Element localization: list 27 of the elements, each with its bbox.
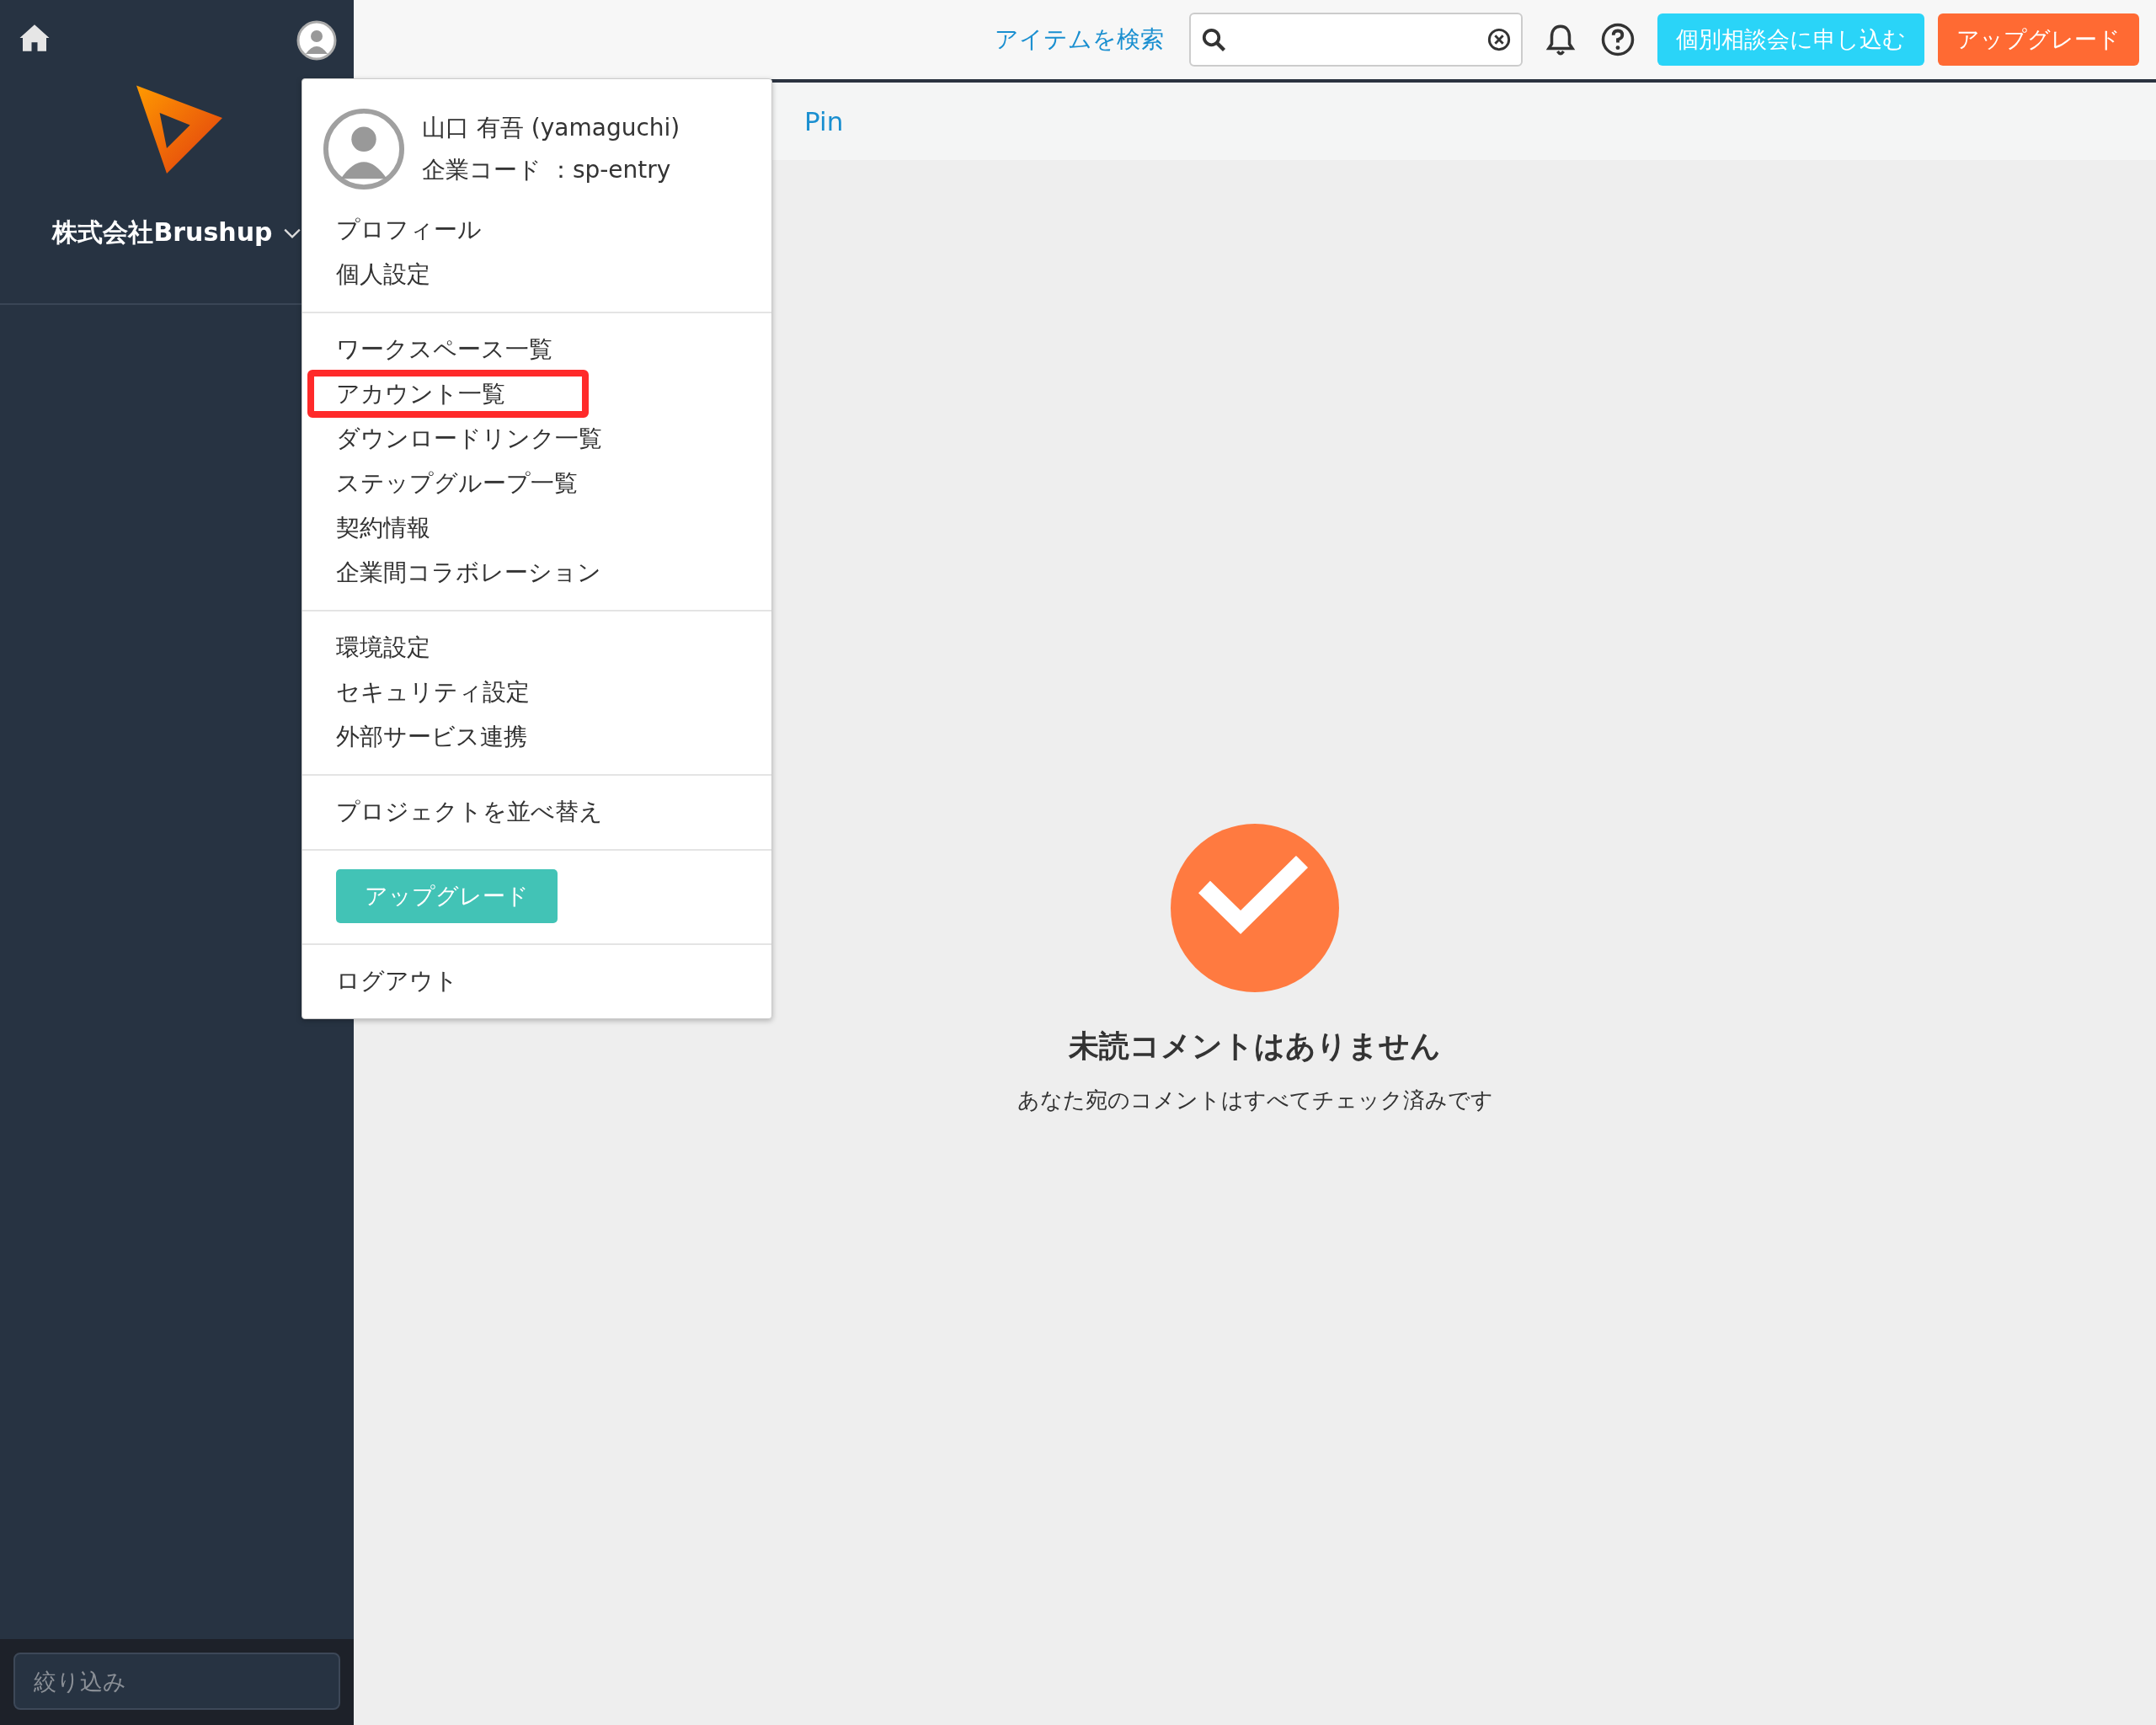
avatar-icon (323, 108, 405, 190)
search-field[interactable] (1189, 13, 1523, 67)
menu-item[interactable]: 外部サービス連携 (319, 714, 544, 759)
empty-title: 未読コメントはありません (1069, 1028, 1441, 1065)
company-code: 企業コード ：sp-entry (422, 155, 672, 185)
menu-item[interactable]: セキュリティ設定 (319, 670, 547, 714)
menu-item[interactable]: プロジェクトを並べ替え (319, 789, 620, 834)
menu-item[interactable]: アカウント一覧 (309, 371, 587, 416)
filter-field[interactable]: 絞り込み (13, 1653, 340, 1710)
menu-item[interactable]: 契約情報 (319, 505, 447, 550)
user-name: 山口 有吾 (yamaguchi) (422, 113, 680, 143)
menu-item[interactable]: 個人設定 (319, 252, 447, 296)
chevron-icon (282, 227, 302, 239)
menu-item[interactable]: ワークスペース一覧 (319, 327, 569, 371)
avatar-icon[interactable] (296, 20, 337, 61)
help-icon[interactable] (1600, 22, 1636, 57)
menu-item[interactable]: 企業間コラボレーション (319, 550, 618, 595)
search-icon (1201, 27, 1226, 52)
clear-icon[interactable] (1487, 28, 1511, 51)
logout-item[interactable]: ログアウト (319, 959, 475, 1003)
check-icon (1171, 824, 1339, 992)
menu-item[interactable]: 環境設定 (319, 625, 447, 670)
menu-item[interactable]: プロフィール (319, 207, 499, 252)
menu-item[interactable]: ダウンロードリンク一覧 (319, 416, 619, 461)
menu-item[interactable]: ステップグループ一覧 (319, 461, 595, 505)
empty-message: あなた宛のコメントはすべてチェック済みです (1017, 1087, 1493, 1114)
company-switcher[interactable]: 株式会社Brushup (52, 216, 302, 250)
